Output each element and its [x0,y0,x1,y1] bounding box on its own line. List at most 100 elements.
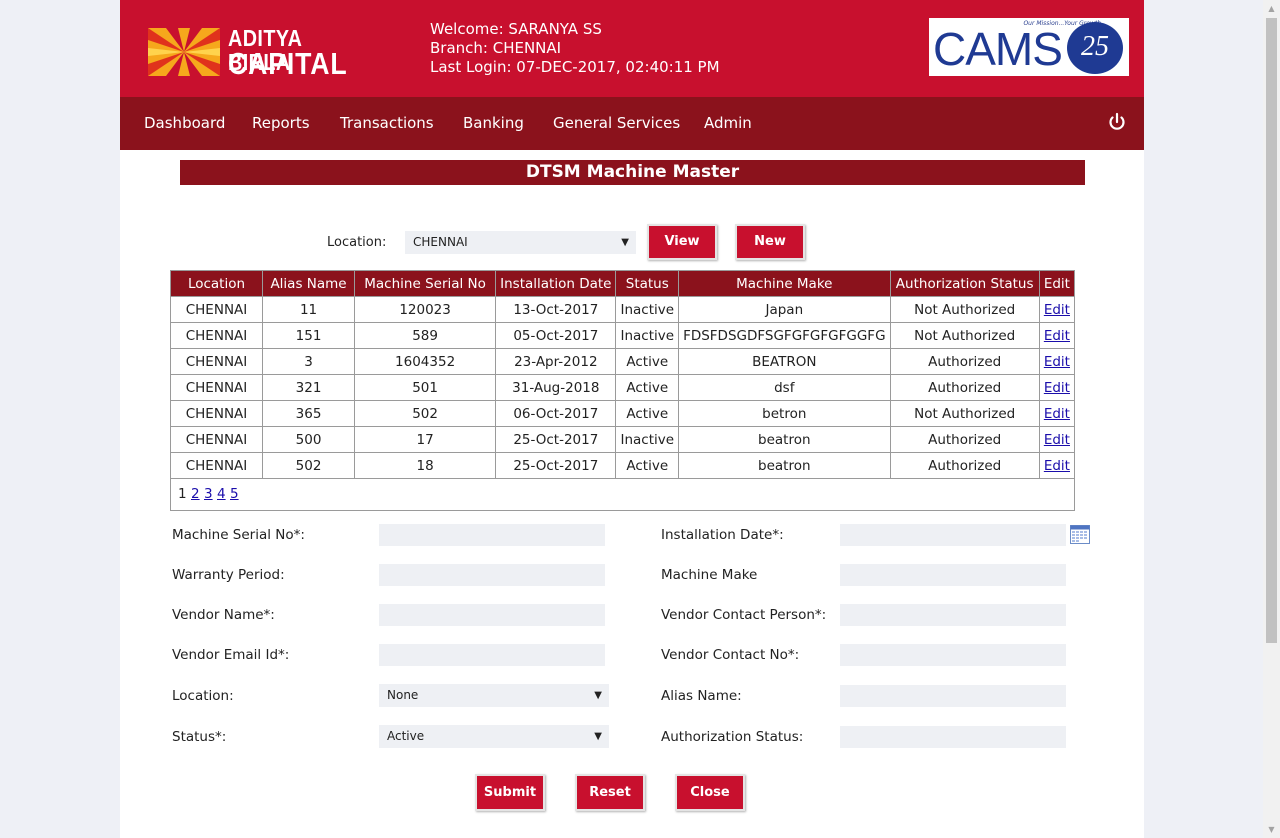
cell-edit: Edit [1038,400,1076,427]
page-container: ADITYA BIRLA CAPITAL Welcome: SARANYA SS… [120,0,1144,838]
cell-location: CHENNAI [170,400,263,427]
vendor-contact-person-input[interactable] [840,604,1066,626]
close-button[interactable]: Close [675,774,745,811]
nav-transactions[interactable]: Transactions [340,97,434,150]
edit-link[interactable]: Edit [1044,328,1070,344]
warranty-input[interactable] [379,564,605,586]
machine-make-input[interactable] [840,564,1066,586]
table-row: CHENNAI 321 501 31-Aug-2018 Active dsf Authori… [170,374,1076,401]
nav-dashboard[interactable]: Dashboard [144,97,225,150]
cell-installation-date: 31-Aug-2018 [495,374,617,401]
col-installation-date: Installation Date [495,270,617,297]
view-button[interactable]: View [647,224,717,260]
vendor-contact-person-label: Vendor Contact Person*: [661,607,827,623]
installation-date-input[interactable] [840,524,1066,546]
cell-location: CHENNAI [170,322,263,349]
cell-machine-serial: 1604352 [354,348,497,375]
cell-edit: Edit [1038,426,1076,453]
calendar-icon[interactable] [1070,525,1090,544]
new-button[interactable]: New [735,224,805,260]
cell-machine-make: betron [678,400,891,427]
page-current: 1 [178,486,187,502]
page-link-2[interactable]: 2 [191,486,200,502]
status-select[interactable]: Active ▼ [379,725,609,748]
location-select[interactable]: None ▼ [379,684,609,707]
machine-serial-label: Machine Serial No*: [172,527,305,543]
location-filter-select[interactable]: CHENNAI ▼ [405,231,636,254]
vendor-email-input[interactable] [379,644,605,666]
page-link-3[interactable]: 3 [204,486,213,502]
power-icon[interactable] [1106,111,1128,133]
submit-button[interactable]: Submit [475,774,545,811]
nav-general-services[interactable]: General Services [553,97,680,150]
cell-status: Active [615,374,680,401]
scrollbar-thumb[interactable] [1266,18,1277,643]
machine-serial-input[interactable] [379,524,605,546]
cell-machine-make: BEATRON [678,348,891,375]
cell-authorization-status: Authorized [889,374,1040,401]
machine-make-label: Machine Make [661,567,758,583]
cams-logo: Our Mission...Your Growth CAMS 25 [929,18,1129,76]
cams-25-badge: 25 [1067,22,1123,74]
reset-button[interactable]: Reset [575,774,645,811]
scroll-down-arrow-icon[interactable]: ▼ [1263,821,1280,838]
cell-machine-serial: 120023 [354,296,497,323]
cell-alias-name: 321 [261,374,356,401]
cell-installation-date: 25-Oct-2017 [495,426,617,453]
location-filter-value: CHENNAI [413,235,468,249]
location-label: Location: [172,688,234,704]
cell-status: Inactive [615,296,680,323]
authorization-status-input[interactable] [840,726,1066,748]
table-row: CHENNAI 11 120023 13-Oct-2017 Inactive Japan N… [170,296,1076,323]
edit-link[interactable]: Edit [1044,380,1070,396]
location-select-value: None [387,688,419,702]
authorization-status-label: Authorization Status: [661,729,804,745]
alias-name-input[interactable] [840,685,1066,707]
cell-machine-serial: 589 [354,322,497,349]
cell-edit: Edit [1038,348,1076,375]
cams-wordmark: CAMS [933,23,1063,75]
status-select-value: Active [387,729,425,743]
edit-link[interactable]: Edit [1044,432,1070,448]
cell-alias-name: 500 [261,426,356,453]
branch-text: Branch: CHENNAI [430,39,562,57]
cell-authorization-status: Not Authorized [889,400,1040,427]
cell-machine-make: FDSFDSGDFSGFGFGFGFGGFG [678,322,891,349]
cell-location: CHENNAI [170,452,263,479]
vendor-contact-no-input[interactable] [840,644,1066,666]
nav-admin[interactable]: Admin [704,97,752,150]
page-link-5[interactable]: 5 [230,486,239,502]
edit-link[interactable]: Edit [1044,302,1070,318]
table-row: CHENNAI 3 1604352 23-Apr-2012 Active BEATRON A… [170,348,1076,375]
vendor-name-label: Vendor Name*: [172,607,275,623]
warranty-label: Warranty Period: [172,567,285,583]
vendor-name-input[interactable] [379,604,605,626]
page-title: DTSM Machine Master [180,160,1085,185]
vertical-scrollbar[interactable]: ▲ ▼ [1263,0,1280,838]
cell-status: Active [615,348,680,375]
main-nav: Dashboard Reports Transactions Banking G… [120,97,1144,150]
cell-status: Inactive [615,426,680,453]
nav-banking[interactable]: Banking [463,97,524,150]
cell-edit: Edit [1038,452,1076,479]
table-row: CHENNAI 502 18 25-Oct-2017 Active beatron Auth… [170,452,1076,479]
cell-authorization-status: Not Authorized [889,296,1040,323]
edit-link[interactable]: Edit [1044,354,1070,370]
scroll-up-arrow-icon[interactable]: ▲ [1263,0,1280,17]
machine-table: Location Alias Name Machine Serial No In… [170,270,1076,479]
nav-reports[interactable]: Reports [252,97,310,150]
cell-machine-make: beatron [678,452,891,479]
edit-link[interactable]: Edit [1044,458,1070,474]
cell-installation-date: 06-Oct-2017 [495,400,617,427]
cell-machine-serial: 18 [354,452,497,479]
edit-link[interactable]: Edit [1044,406,1070,422]
cell-authorization-status: Not Authorized [889,322,1040,349]
vendor-email-label: Vendor Email Id*: [172,647,290,663]
cell-machine-make: dsf [678,374,891,401]
header: ADITYA BIRLA CAPITAL Welcome: SARANYA SS… [120,0,1144,97]
col-edit: Edit [1038,270,1076,297]
col-alias-name: Alias Name [261,270,356,297]
cell-status: Inactive [615,322,680,349]
page-link-4[interactable]: 4 [217,486,226,502]
cell-edit: Edit [1038,296,1076,323]
